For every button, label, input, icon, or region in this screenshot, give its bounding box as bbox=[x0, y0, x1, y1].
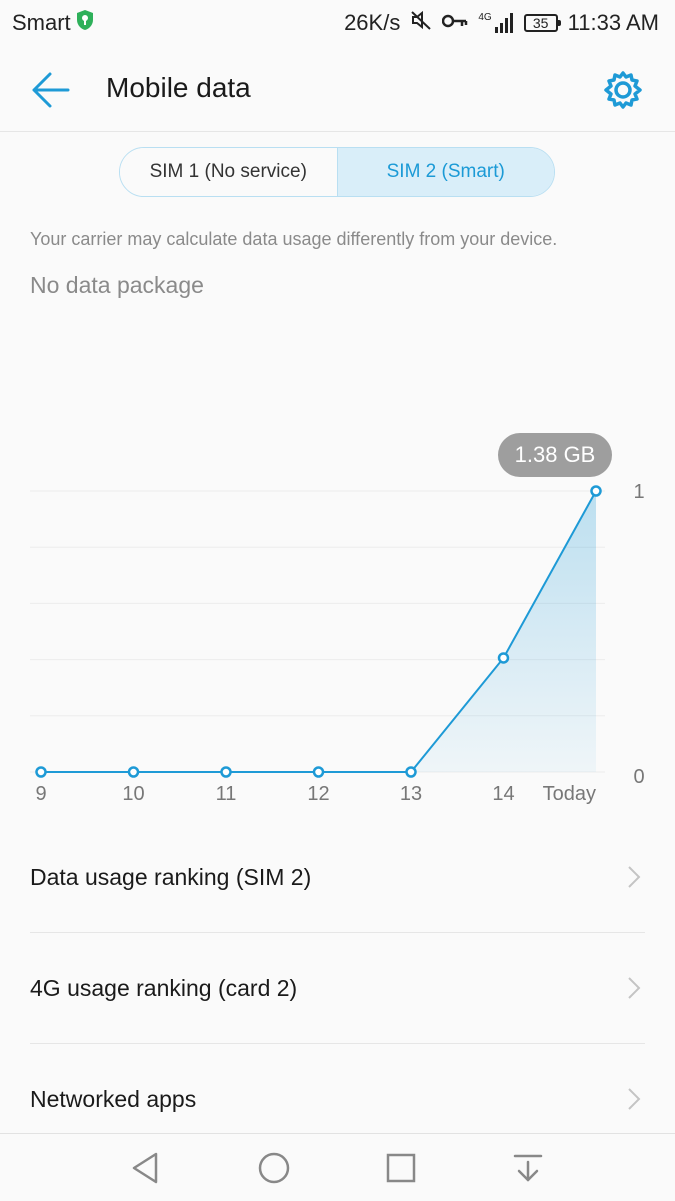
y-tick-label: 0 bbox=[633, 766, 644, 788]
gear-icon bbox=[604, 71, 642, 109]
key-icon bbox=[442, 10, 468, 36]
nav-back-icon bbox=[132, 1152, 158, 1184]
network-type: 4G bbox=[478, 12, 492, 23]
battery-icon: 35 bbox=[523, 14, 561, 32]
data-point bbox=[35, 766, 47, 778]
data-point bbox=[312, 766, 325, 778]
status-left: Smart bbox=[12, 9, 95, 37]
nav-back-button[interactable] bbox=[128, 1150, 164, 1186]
vpn-shield-icon bbox=[75, 9, 95, 37]
chevron-right-icon bbox=[628, 866, 641, 888]
data-point bbox=[590, 485, 602, 497]
status-bar: Smart 26K/s 4G 35 11:33 AM bbox=[0, 0, 675, 46]
list-item-data-usage-ranking[interactable]: Data usage ranking (SIM 2) bbox=[30, 822, 645, 933]
tab-sim-1[interactable]: SIM 1 (No service) bbox=[120, 148, 337, 196]
battery-level: 35 bbox=[532, 15, 549, 31]
x-tick-label: 10 bbox=[122, 783, 144, 805]
list-item-label: Data usage ranking (SIM 2) bbox=[30, 863, 312, 890]
list-item-label: Networked apps bbox=[30, 1085, 197, 1112]
options-list: Data usage ranking (SIM 2) 4G usage rank… bbox=[0, 822, 675, 1154]
usage-area bbox=[41, 491, 596, 772]
system-nav-bar bbox=[0, 1133, 675, 1201]
nav-home-icon bbox=[258, 1152, 290, 1184]
nav-home-button[interactable] bbox=[256, 1150, 292, 1186]
x-tick-label: Today bbox=[543, 783, 596, 805]
net-speed: 26K/s bbox=[344, 10, 401, 35]
nav-notifications-button[interactable] bbox=[510, 1150, 546, 1186]
data-usage-chart: 9 10 11 12 13 14 Today101.38 GB bbox=[30, 433, 645, 805]
back-arrow-icon bbox=[32, 72, 70, 108]
clock: 11:33 AM bbox=[567, 10, 659, 35]
x-tick-label: 14 bbox=[492, 783, 514, 805]
value-callout-label: 1.38 GB bbox=[515, 442, 596, 467]
carrier-note: Your carrier may calculate data usage di… bbox=[30, 229, 558, 249]
x-tick-label: 9 bbox=[35, 783, 46, 805]
tab-sim-2[interactable]: SIM 2 (Smart) bbox=[336, 148, 554, 196]
list-item-4g-usage-ranking[interactable]: 4G usage ranking (card 2) bbox=[30, 933, 645, 1044]
y-tick-label: 1 bbox=[633, 481, 644, 503]
signal-icon: 4G bbox=[478, 13, 513, 33]
status-right: 26K/s 4G 35 11:33 AM bbox=[344, 9, 659, 37]
x-tick-label: 13 bbox=[400, 783, 422, 805]
nav-recents-icon bbox=[386, 1153, 416, 1183]
carrier-label: Smart bbox=[12, 10, 71, 35]
data-point bbox=[220, 766, 232, 778]
chevron-right-icon bbox=[628, 977, 641, 999]
page-title: Mobile data bbox=[106, 72, 251, 103]
app-bar: Mobile data bbox=[0, 46, 675, 132]
nav-notifications-icon bbox=[513, 1154, 543, 1182]
x-tick-label: 11 bbox=[216, 783, 237, 805]
nav-recents-button[interactable] bbox=[383, 1150, 419, 1186]
data-point bbox=[127, 766, 140, 778]
data-point bbox=[497, 652, 510, 664]
package-status: No data package bbox=[30, 272, 204, 298]
x-tick-label: 12 bbox=[307, 783, 329, 805]
chevron-right-icon bbox=[628, 1088, 641, 1110]
sim-selector: SIM 1 (No service) SIM 2 (Smart) bbox=[119, 147, 555, 197]
back-button[interactable] bbox=[30, 70, 72, 110]
mute-icon bbox=[410, 9, 432, 37]
settings-button[interactable] bbox=[601, 68, 645, 112]
data-point bbox=[405, 766, 417, 778]
list-item-label: 4G usage ranking (card 2) bbox=[30, 974, 298, 1001]
